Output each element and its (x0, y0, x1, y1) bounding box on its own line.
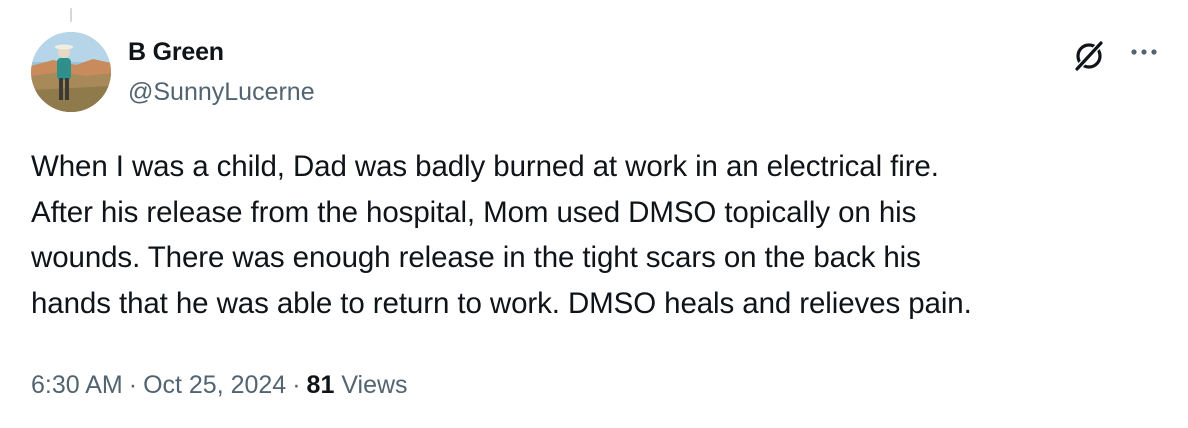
author-handle[interactable]: @SunnyLucerne (128, 77, 315, 107)
tweet-text-line: hands that he was able to return to work… (31, 286, 972, 320)
views-count[interactable]: 81 (307, 371, 335, 399)
tweet-text-line: wounds. There was enough release in the … (31, 241, 921, 274)
tweet-date[interactable]: Oct 25, 2024 (143, 371, 286, 399)
tweet-text: When I was a child, Dad was badly burned… (31, 144, 1161, 326)
tweet-metadata: 6:30 AM · Oct 25, 2024 · 81 Views (31, 368, 408, 402)
avatar[interactable] (31, 32, 111, 112)
avatar-image (31, 32, 111, 112)
meta-separator: · (128, 371, 138, 399)
more-options-icon[interactable] (1126, 40, 1162, 70)
thread-connector-line (70, 8, 72, 22)
views-label[interactable]: Views (341, 371, 407, 399)
tweet-text-line: When I was a child, Dad was badly burned… (31, 150, 939, 183)
author-display-name[interactable]: B Green (128, 37, 315, 67)
tweet-author: B Green @SunnyLucerne (128, 37, 315, 107)
tweet-text-line: After his release from the hospital, Mom… (31, 195, 917, 229)
meta-separator: · (292, 371, 301, 399)
grok-icon[interactable] (1071, 38, 1107, 74)
tweet-time[interactable]: 6:30 AM (31, 371, 123, 399)
